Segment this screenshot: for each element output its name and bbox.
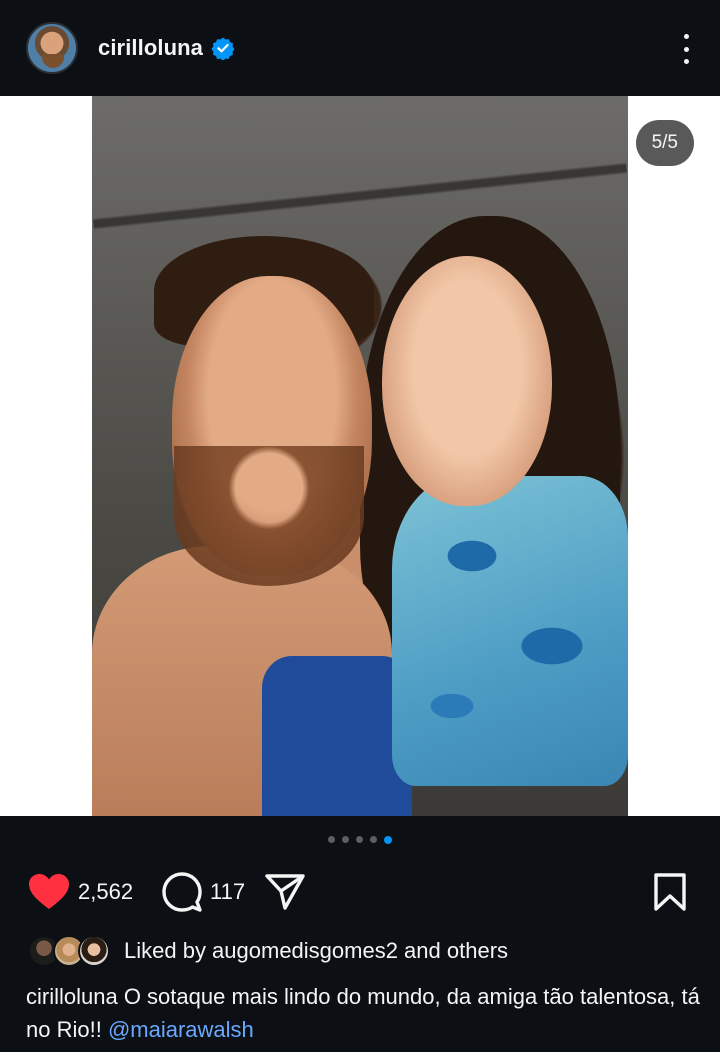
more-dot: [683, 34, 689, 39]
carousel-dot: [370, 836, 377, 843]
like-count[interactable]: 2,562: [78, 879, 133, 905]
bookmark-icon: [654, 873, 686, 911]
liked-by-row[interactable]: Liked by augomedisgomes2 and others: [28, 934, 508, 968]
carousel-dot: [342, 836, 349, 843]
carousel-dot: [356, 836, 363, 843]
caption-username[interactable]: cirilloluna: [26, 984, 118, 1009]
post-caption: cirilloluna O sotaque mais lindo do mund…: [26, 980, 706, 1046]
carousel-dots: [0, 835, 720, 846]
more-dot: [683, 46, 689, 52]
slide-counter: 5/5: [635, 120, 694, 166]
comment-button[interactable]: 117: [162, 866, 245, 918]
blue-shorts: [262, 656, 412, 816]
like-button[interactable]: 2,562: [28, 866, 133, 918]
man-beard: [174, 446, 364, 586]
rock-crack: [90, 138, 630, 254]
comment-count[interactable]: 117: [210, 879, 245, 905]
liked-by-text[interactable]: Liked by augomedisgomes2 and others: [124, 938, 508, 964]
liker-avatars: [28, 934, 112, 968]
share-button[interactable]: [264, 866, 306, 918]
username[interactable]: cirilloluna: [98, 35, 203, 61]
post-screen: cirilloluna 5/5 2,562 117 Liked by augom…: [0, 0, 720, 1052]
woman-face: [382, 256, 552, 506]
caption-mention[interactable]: @maiarawalsh: [108, 1017, 254, 1042]
more-vertical-icon[interactable]: [682, 34, 690, 64]
save-button[interactable]: [652, 866, 688, 918]
carousel-dot-active: [384, 835, 392, 844]
send-icon: [265, 874, 305, 910]
woman-tie-dye-top: [392, 476, 628, 786]
heart-filled-icon: [29, 874, 69, 909]
post-media[interactable]: 5/5: [0, 96, 720, 816]
more-dot: [683, 59, 689, 64]
post-header: cirilloluna: [0, 0, 720, 96]
action-bar: 2,562 117: [0, 866, 720, 918]
comment-icon: [162, 872, 202, 912]
verified-badge-icon: [211, 37, 235, 60]
avatar: [78, 935, 110, 967]
avatar[interactable]: [26, 22, 78, 74]
carousel-dot: [328, 836, 335, 843]
post-photo[interactable]: [90, 96, 630, 816]
